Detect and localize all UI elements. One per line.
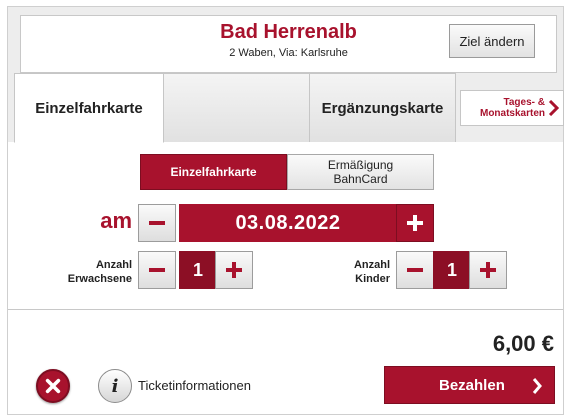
chevron-right-icon [532, 378, 542, 394]
plus-icon [226, 262, 242, 278]
pay-button[interactable]: Bezahlen [384, 366, 555, 404]
close-icon [45, 378, 61, 394]
plus-icon [407, 215, 423, 231]
adults-increment-button[interactable] [215, 251, 253, 289]
date-value: 03.08.2022 [179, 204, 397, 242]
children-increment-button[interactable] [469, 251, 507, 289]
tab-einzelfahrkarte[interactable]: Einzelfahrkarte [14, 73, 164, 143]
minus-icon [149, 221, 165, 225]
cancel-button[interactable] [36, 369, 70, 403]
chevron-right-icon [548, 100, 559, 116]
ticket-type-bahncard-button[interactable]: Ermäßigung BahnCard [287, 154, 434, 190]
date-increment-button[interactable] [396, 204, 434, 242]
tab-ergaenzungskarte[interactable]: Ergänzungskarte [309, 73, 456, 143]
tab-tages-monatskarten-label: Tages- & Monatskarten [479, 97, 545, 119]
plus-icon [480, 262, 496, 278]
pay-button-label: Bezahlen [439, 376, 505, 394]
children-label: Anzahl Kinder [353, 259, 390, 285]
total-price: 6,00 € [492, 331, 554, 356]
date-label: am [100, 208, 132, 233]
info-icon: i [111, 375, 119, 397]
tab-empty[interactable] [163, 73, 310, 143]
ticket-type-bahncard-label: Ermäßigung BahnCard [327, 158, 394, 186]
ticket-info-button[interactable]: i [98, 369, 132, 403]
date-decrement-button[interactable] [138, 204, 176, 242]
tab-tages-monatskarten[interactable]: Tages- & Monatskarten [460, 90, 564, 126]
adults-label: Anzahl Erwachsene [67, 259, 132, 285]
minus-icon [407, 268, 423, 272]
change-destination-button[interactable]: Ziel ändern [449, 24, 535, 58]
adults-count: 1 [179, 251, 217, 289]
ticket-info-label[interactable]: Ticketinformationen [138, 378, 251, 393]
children-count: 1 [433, 251, 471, 289]
adults-decrement-button[interactable] [138, 251, 176, 289]
ticket-type-einzelfahrkarte-button[interactable]: Einzelfahrkarte [140, 154, 287, 190]
children-decrement-button[interactable] [396, 251, 434, 289]
minus-icon [149, 268, 165, 272]
